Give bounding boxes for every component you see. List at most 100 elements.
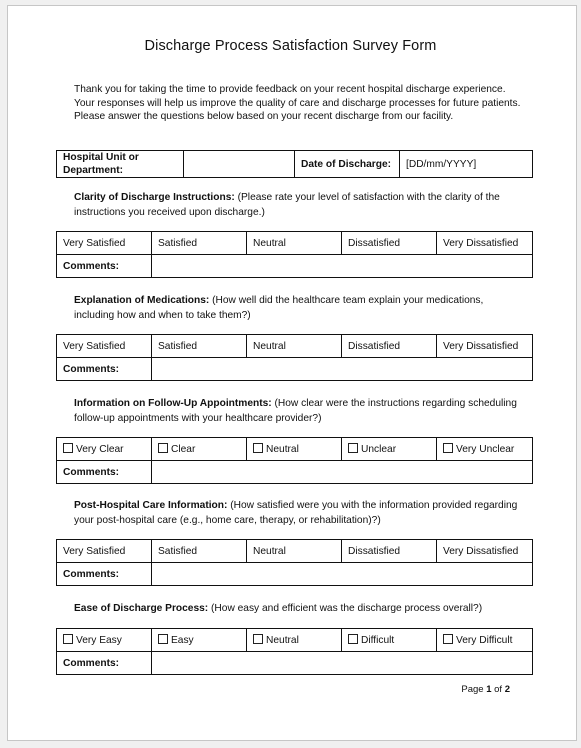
- comments-field[interactable]: [151, 562, 533, 586]
- question-title: Ease of Discharge Process:: [74, 603, 209, 614]
- rating-option-label: Very Easy: [76, 635, 122, 646]
- rating-options-row: Very Satisfied Satisfied Neutral Dissatisfi…: [56, 539, 533, 563]
- rating-option[interactable]: Neutral: [246, 437, 342, 461]
- rating-option[interactable]: Neutral: [246, 334, 342, 358]
- total-pages: 2: [504, 684, 510, 695]
- question-3: Information on Follow-Up Appointments: (…: [74, 397, 524, 426]
- rating-table-1: Very Satisfied Satisfied Neutral Dissatisfi…: [56, 231, 533, 278]
- rating-option-label: Dissatisfied: [348, 340, 401, 352]
- rating-option-label: Clear: [171, 444, 196, 455]
- checkbox-icon[interactable]: [63, 634, 73, 644]
- rating-option-label: Neutral: [266, 635, 299, 646]
- checkbox-icon[interactable]: [158, 634, 168, 644]
- rating-option-label: Unclear: [361, 444, 397, 455]
- date-of-discharge-label: Date of Discharge:: [294, 150, 400, 178]
- rating-option-label: Satisfied: [158, 545, 198, 557]
- checkbox-icon[interactable]: [348, 634, 358, 644]
- rating-options-row: Very Clear Clear Neutral Unclear Very Unclea…: [56, 437, 533, 461]
- rating-option[interactable]: Neutral: [246, 539, 342, 563]
- rating-option-label: Neutral: [266, 444, 299, 455]
- comments-label: Comments:: [56, 357, 152, 381]
- rating-option[interactable]: Satisfied: [151, 231, 247, 255]
- comments-field[interactable]: [151, 460, 533, 484]
- question-5: Ease of Discharge Process: (How easy and…: [74, 602, 524, 617]
- rating-option[interactable]: Neutral: [246, 231, 342, 255]
- rating-option-label: Very Satisfied: [63, 340, 126, 352]
- comments-row: Comments:: [56, 651, 533, 675]
- rating-table-5: Very Easy Easy Neutral Difficult Very Diffic…: [56, 628, 533, 675]
- rating-option[interactable]: Unclear: [341, 437, 437, 461]
- rating-option[interactable]: Satisfied: [151, 539, 247, 563]
- rating-option-label: Dissatisfied: [348, 545, 401, 557]
- rating-option-label: Very Dissatisfied: [443, 340, 519, 352]
- rating-option[interactable]: Difficult: [341, 628, 437, 652]
- comments-row: Comments:: [56, 562, 533, 586]
- rating-option[interactable]: Very Dissatisfied: [436, 539, 533, 563]
- page-number: Page 1 of 2: [461, 684, 510, 695]
- comments-row: Comments:: [56, 357, 533, 381]
- rating-option[interactable]: Very Clear: [56, 437, 152, 461]
- rating-table-4: Very Satisfied Satisfied Neutral Dissatisfi…: [56, 539, 533, 586]
- comments-field[interactable]: [151, 254, 533, 278]
- rating-option-label: Very Unclear: [456, 444, 515, 455]
- question-title: Information on Follow-Up Appointments:: [74, 398, 272, 409]
- question-4: Post-Hospital Care Information: (How sat…: [74, 499, 524, 528]
- question-description: (How easy and efficient was the discharg…: [208, 603, 483, 614]
- checkbox-icon[interactable]: [253, 634, 263, 644]
- rating-options-row: Very Satisfied Satisfied Neutral Dissatisfi…: [56, 231, 533, 255]
- checkbox-icon[interactable]: [348, 443, 358, 453]
- rating-option-label: Very Satisfied: [63, 545, 126, 557]
- comments-label: Comments:: [56, 254, 152, 278]
- comments-row: Comments:: [56, 460, 533, 484]
- of-word: of: [491, 684, 505, 695]
- rating-option[interactable]: Dissatisfied: [341, 231, 437, 255]
- rating-options-row: Very Satisfied Satisfied Neutral Dissatisfi…: [56, 334, 533, 358]
- rating-option-label: Dissatisfied: [348, 237, 401, 249]
- date-of-discharge-field[interactable]: [DD/mm/YYYY]: [399, 150, 533, 178]
- rating-option-label: Very Dissatisfied: [443, 237, 519, 249]
- rating-option[interactable]: Dissatisfied: [341, 334, 437, 358]
- rating-option-label: Neutral: [253, 237, 286, 249]
- checkbox-icon[interactable]: [63, 443, 73, 453]
- comments-label: Comments:: [56, 651, 152, 675]
- hospital-unit-field[interactable]: [183, 150, 295, 178]
- rating-option-label: Satisfied: [158, 340, 198, 352]
- checkbox-icon[interactable]: [253, 443, 263, 453]
- rating-table-2: Very Satisfied Satisfied Neutral Dissatisfi…: [56, 334, 533, 381]
- checkbox-icon[interactable]: [158, 443, 168, 453]
- rating-option-label: Very Dissatisfied: [443, 545, 519, 557]
- rating-option-label: Neutral: [253, 545, 286, 557]
- rating-option[interactable]: Dissatisfied: [341, 539, 437, 563]
- rating-option[interactable]: Very Difficult: [436, 628, 533, 652]
- rating-option[interactable]: Very Dissatisfied: [436, 334, 533, 358]
- rating-option[interactable]: Very Satisfied: [56, 231, 152, 255]
- rating-option[interactable]: Clear: [151, 437, 247, 461]
- question-1: Clarity of Discharge Instructions: (Plea…: [74, 191, 524, 220]
- comments-field[interactable]: [151, 651, 533, 675]
- rating-option-label: Neutral: [253, 340, 286, 352]
- question-title: Clarity of Discharge Instructions:: [74, 192, 235, 203]
- rating-option[interactable]: Very Satisfied: [56, 539, 152, 563]
- comments-label: Comments:: [56, 562, 152, 586]
- rating-option[interactable]: Very Easy: [56, 628, 152, 652]
- rating-option-label: Satisfied: [158, 237, 198, 249]
- patient-info-table: Hospital Unit or Department: Date of Dis…: [56, 150, 533, 178]
- rating-options-row: Very Easy Easy Neutral Difficult Very Diffic…: [56, 628, 533, 652]
- rating-table-3: Very Clear Clear Neutral Unclear Very Unclea…: [56, 437, 533, 484]
- comments-field[interactable]: [151, 357, 533, 381]
- checkbox-icon[interactable]: [443, 443, 453, 453]
- rating-option-label: Easy: [171, 635, 194, 646]
- rating-option[interactable]: Easy: [151, 628, 247, 652]
- rating-option[interactable]: Very Unclear: [436, 437, 533, 461]
- rating-option[interactable]: Very Satisfied: [56, 334, 152, 358]
- comments-label: Comments:: [56, 460, 152, 484]
- hospital-unit-label: Hospital Unit or Department:: [56, 150, 184, 178]
- rating-option[interactable]: Satisfied: [151, 334, 247, 358]
- question-2: Explanation of Medications: (How well di…: [74, 294, 524, 323]
- page-word: Page: [461, 684, 487, 695]
- question-title: Post-Hospital Care Information:: [74, 500, 228, 511]
- comments-row: Comments:: [56, 254, 533, 278]
- rating-option[interactable]: Neutral: [246, 628, 342, 652]
- checkbox-icon[interactable]: [443, 634, 453, 644]
- rating-option[interactable]: Very Dissatisfied: [436, 231, 533, 255]
